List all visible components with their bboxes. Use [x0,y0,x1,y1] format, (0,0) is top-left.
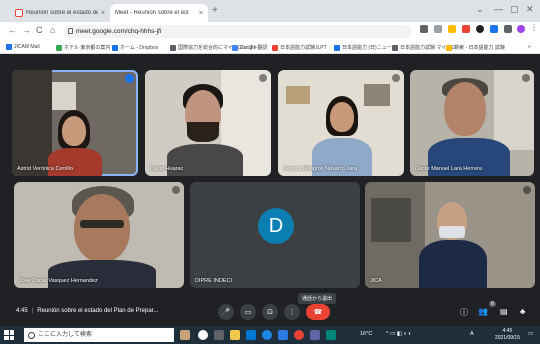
chat-icon[interactable]: ▤ [500,307,508,316]
file-explorer-icon[interactable] [230,330,240,340]
participant-name: DIPRE INDECI [195,278,232,284]
bookmark-item[interactable]: 検索 - 日本語能力 試験 [446,44,505,51]
camera-button[interactable]: ▭ [240,304,256,320]
meet-stage: Astrid Verónica Cerrillo David Huarac Je… [0,54,540,326]
participant-avatar: D [258,208,294,244]
leave-call-button[interactable]: ☎ [306,304,330,320]
bookmark-star-icon[interactable] [448,25,456,33]
more-bookmarks-icon[interactable]: » [528,44,531,50]
present-screen-button[interactable]: ⊡ [262,304,278,320]
participant-tile[interactable]: David Huarac [145,70,271,176]
microphone-button[interactable]: 🎤 [218,304,234,320]
meeting-time: 4:45 [16,308,28,314]
speaking-indicator-icon [125,74,134,83]
bookmark-item[interactable]: Google 翻訳 [232,44,268,51]
bookmark-item[interactable]: JICAM Mail [6,44,40,50]
clock-date: 2021/09/15 [494,335,520,341]
minimize-button[interactable]: — [494,4,503,14]
gmail-icon [15,9,23,17]
participant-tile[interactable]: Jose Oscar Vasquez Hernandez [14,182,184,288]
address-bar-row: ← → C ⌂ meet.google.com/chq-hhhs-jfi [0,22,540,41]
tab-search-icon[interactable]: ⌄ [476,4,484,15]
lock-icon [68,28,73,34]
more-options-icon[interactable] [522,74,530,82]
bookmark-item[interactable]: 日本語能力 (日)ニュース [334,44,396,51]
back-button[interactable]: ← [8,25,17,35]
close-tab-icon[interactable]: × [199,10,203,17]
participant-name: Jose Oscar Vasquez Hernandez [19,278,98,284]
reload-button[interactable]: C [36,25,43,35]
participant-tile[interactable]: JICA [365,182,535,288]
home-button[interactable]: ⌂ [50,25,55,35]
people-icon[interactable]: 👥 [478,307,488,316]
leave-call-tooltip: 通話から退出 [298,293,337,304]
tab-label: Reunión sobre el estado del Plan [26,10,98,16]
clock-time: 4:45 [502,328,513,334]
participant-tile[interactable]: Jessica Milagros Navarro Jara [278,70,404,176]
ime-indicator[interactable]: A [470,331,474,337]
more-options-icon[interactable] [392,74,400,82]
meet-control-bar: 4:45 | Reunión sobre el estado del Plan de… [0,298,540,326]
participant-name: Oscar Manuel Lara Herrera [415,166,482,172]
participant-name: David Huarac [150,166,184,172]
share-icon[interactable] [434,25,442,33]
news-widget-icon[interactable] [180,330,190,340]
meeting-info: 4:45 | Reunión sobre el estado del Plan de… [16,308,159,314]
muted-icon [348,186,356,194]
extension-icon[interactable] [476,25,484,33]
extension-icon[interactable] [462,25,470,33]
people-count-badge: 8 [489,301,496,307]
participant-name: JICA [370,278,382,284]
url-input[interactable]: meet.google.com/chq-hhhs-jfi [64,25,412,38]
participant-tile[interactable]: Oscar Manuel Lara Herrera [410,70,534,176]
menu-kebab-icon[interactable]: ⋮ [530,23,538,32]
bookmark-item[interactable]: ホテル 東京都の案内 [56,44,110,51]
participant-name: Astrid Verónica Cerrillo [17,166,73,172]
cortana-icon[interactable] [198,330,208,340]
more-options-button[interactable]: ⋮ [284,304,300,320]
extensions-puzzle-icon[interactable] [504,25,512,33]
tab-meet[interactable]: Meet - Reunión sobre el est × [110,4,208,22]
task-view-icon[interactable] [214,330,224,340]
participant-name: Jessica Milagros Navarro Jara [283,166,357,172]
tab-gmail[interactable]: Reunión sobre el estado del Plan × [10,4,110,22]
taskbar-search-input[interactable]: ここに入力して検索 [24,328,174,342]
maximize-button[interactable]: ▢ [510,4,519,15]
notification-icon[interactable]: ▭ [528,331,533,337]
url-text: meet.google.com/chq-hhhs-jfi [76,28,162,35]
close-tab-icon[interactable]: × [101,10,105,17]
activities-icon[interactable]: ♣ [520,307,525,316]
store-icon[interactable] [278,330,288,340]
profile-avatar[interactable] [517,25,525,33]
forward-button[interactable]: → [22,25,31,35]
system-tray-icons[interactable]: ^ ▭ ◧ ◗ ◐ [386,331,412,337]
bookmark-item[interactable]: ホーム - Dropbox [112,44,158,51]
tab-label: Meet - Reunión sobre el est [115,10,189,16]
app-icon[interactable] [326,330,336,340]
more-options-icon[interactable] [172,186,180,194]
more-options-icon[interactable] [259,74,267,82]
browser-tab-strip: Reunión sobre el estado del Plan × Meet … [0,0,540,22]
meeting-details-icon[interactable]: ⓘ [460,307,468,318]
participant-tile[interactable]: D DIPRE INDECI [190,182,360,288]
camera-permission-icon[interactable] [420,25,428,33]
windows-start-button[interactable] [4,330,14,340]
close-window-button[interactable]: ✕ [526,4,534,15]
teams-icon[interactable] [310,330,320,340]
more-options-icon[interactable] [523,186,531,194]
participant-tile[interactable]: Astrid Verónica Cerrillo [12,70,138,176]
bookmarks-bar: JICAM Mail ホテル 東京都の案内 ホーム - Dropbox 国際協力… [0,41,540,54]
weather-indicator[interactable]: 16°C [360,331,372,337]
edge-icon[interactable] [262,330,272,340]
taskbar-clock[interactable]: 4:45 2021/09/15 [495,328,520,342]
windows-taskbar: ここに入力して検索 16°C ^ ▭ ◧ ◗ ◐ A 4:45 2021/09/… [0,326,540,344]
meeting-title: Reunión sobre el estado del Plan de Prep… [37,308,159,314]
bookmark-item[interactable]: 日本語能力試験JLPT [272,44,327,51]
extension-icon[interactable] [490,25,498,33]
mail-icon[interactable] [246,330,256,340]
chrome-icon[interactable] [294,330,304,340]
new-tab-button[interactable]: + [212,5,218,16]
